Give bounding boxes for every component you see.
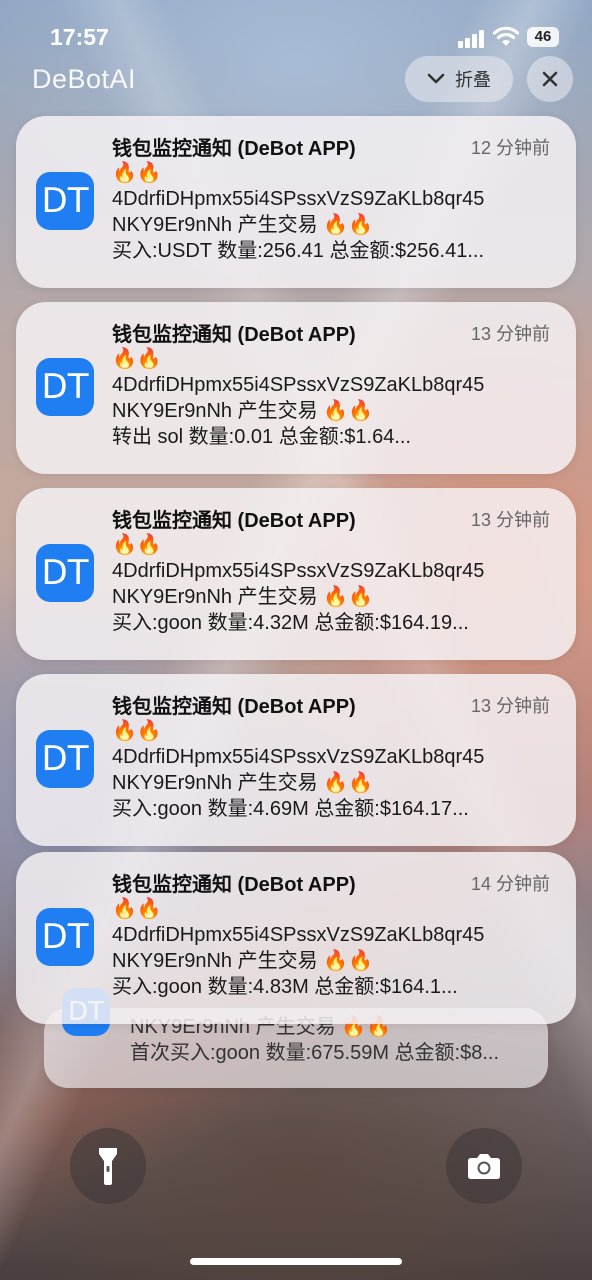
- notification-line: 买入:goon 数量:4.32M 总金额:$164.19...: [112, 612, 469, 634]
- notification-line: NKY9Er9nNh 产生交易 🔥🔥: [112, 772, 373, 794]
- notification-line: 转出 sol 数量:0.01 总金额:$1.64...: [112, 426, 411, 448]
- app-icon: DT: [36, 358, 94, 416]
- notification-title: 钱包监控通知 (DeBot APP): [112, 510, 356, 532]
- notification-card[interactable]: DT 钱包监控通知 (DeBot APP) 13 分钟前 🔥🔥 4DdrfiDH…: [16, 674, 576, 846]
- chevron-down-icon: [427, 73, 445, 84]
- battery-icon: 46: [527, 27, 559, 47]
- notification-card[interactable]: DT 钱包监控通知 (DeBot APP) 13 分钟前 🔥🔥 4DdrfiDH…: [16, 302, 576, 474]
- notification-time: 13 分钟前: [470, 510, 550, 530]
- collapse-label: 折叠: [455, 70, 491, 90]
- flashlight-icon: [99, 1148, 117, 1185]
- close-icon: [542, 71, 558, 87]
- cellular-signal-icon: [458, 30, 486, 48]
- notification-time: 13 分钟前: [470, 324, 550, 344]
- flashlight-button[interactable]: [70, 1128, 146, 1204]
- notification-body: 🔥🔥 4DdrfiDHpmx55i4SPssxVzS9ZaKLb8qr45 NK…: [112, 718, 552, 822]
- notification-line: 4DdrfiDHpmx55i4SPssxVzS9ZaKLb8qr45: [112, 924, 485, 946]
- app-icon: DT: [36, 544, 94, 602]
- notification-line: 买入:USDT 数量:256.41 总金额:$256.41...: [112, 240, 485, 262]
- camera-button[interactable]: [446, 1128, 522, 1204]
- notification-card[interactable]: DT 钱包监控通知 (DeBot APP) 13 分钟前 🔥🔥 4DdrfiDH…: [16, 488, 576, 660]
- notification-body: 🔥🔥 4DdrfiDHpmx55i4SPssxVzS9ZaKLb8qr45 NK…: [112, 346, 552, 450]
- notification-line: 买入:goon 数量:4.83M 总金额:$164.1...: [112, 976, 458, 998]
- notification-line: 4DdrfiDHpmx55i4SPssxVzS9ZaKLb8qr45: [112, 560, 485, 582]
- notification-line: NKY9Er9nNh 产生交易 🔥🔥: [112, 950, 373, 972]
- notification-line: 🔥🔥: [112, 534, 162, 556]
- notification-line: NKY9Er9nNh 产生交易 🔥🔥: [112, 586, 373, 608]
- notification-line: 🔥🔥: [112, 720, 162, 742]
- notification-time: 13 分钟前: [470, 696, 550, 716]
- notification-line: 🔥🔥: [112, 898, 162, 920]
- notification-title: 钱包监控通知 (DeBot APP): [112, 324, 356, 346]
- notification-line: 4DdrfiDHpmx55i4SPssxVzS9ZaKLb8qr45: [112, 746, 485, 768]
- notification-card[interactable]: DT 钱包监控通知 (DeBot APP) 12 分钟前 🔥🔥 4DdrfiDH…: [16, 116, 576, 288]
- camera-icon: [468, 1154, 500, 1179]
- notification-line: NKY9Er9nNh 产生交易 🔥🔥: [112, 400, 373, 422]
- notification-line: 4DdrfiDHpmx55i4SPssxVzS9ZaKLb8qr45: [112, 188, 485, 210]
- app-icon: DT: [36, 172, 94, 230]
- notification-title: 钱包监控通知 (DeBot APP): [112, 874, 356, 896]
- app-icon: DT: [36, 908, 94, 966]
- notification-body: 🔥🔥 4DdrfiDHpmx55i4SPssxVzS9ZaKLb8qr45 NK…: [112, 896, 552, 1000]
- notification-card[interactable]: DT 钱包监控通知 (DeBot APP) 14 分钟前 🔥🔥 4DdrfiDH…: [16, 852, 576, 1024]
- notification-body: 🔥🔥 4DdrfiDHpmx55i4SPssxVzS9ZaKLb8qr45 NK…: [112, 532, 552, 636]
- collapse-button[interactable]: 折叠: [405, 56, 513, 102]
- notification-title: 钱包监控通知 (DeBot APP): [112, 696, 356, 718]
- wifi-icon: [492, 26, 520, 46]
- app-group-label: DeBotAI: [32, 64, 137, 94]
- notification-time: 12 分钟前: [470, 138, 550, 158]
- notification-line: 4DdrfiDHpmx55i4SPssxVzS9ZaKLb8qr45: [112, 374, 485, 396]
- notification-line: 🔥🔥: [112, 162, 162, 184]
- notification-body: 🔥🔥 4DdrfiDHpmx55i4SPssxVzS9ZaKLb8qr45 NK…: [112, 160, 552, 264]
- notification-time: 14 分钟前: [470, 874, 550, 894]
- notification-title: 钱包监控通知 (DeBot APP): [112, 138, 356, 160]
- notification-line: 买入:goon 数量:4.69M 总金额:$164.17...: [112, 798, 469, 820]
- notification-line: 首次买入:goon 数量:675.59M 总金额:$8...: [130, 1042, 500, 1064]
- status-time: 17:57: [50, 24, 109, 50]
- notification-line: NKY9Er9nNh 产生交易 🔥🔥: [112, 214, 373, 236]
- home-indicator[interactable]: [190, 1258, 402, 1265]
- notification-line: 🔥🔥: [112, 348, 162, 370]
- app-icon: DT: [36, 730, 94, 788]
- close-button[interactable]: [527, 56, 573, 102]
